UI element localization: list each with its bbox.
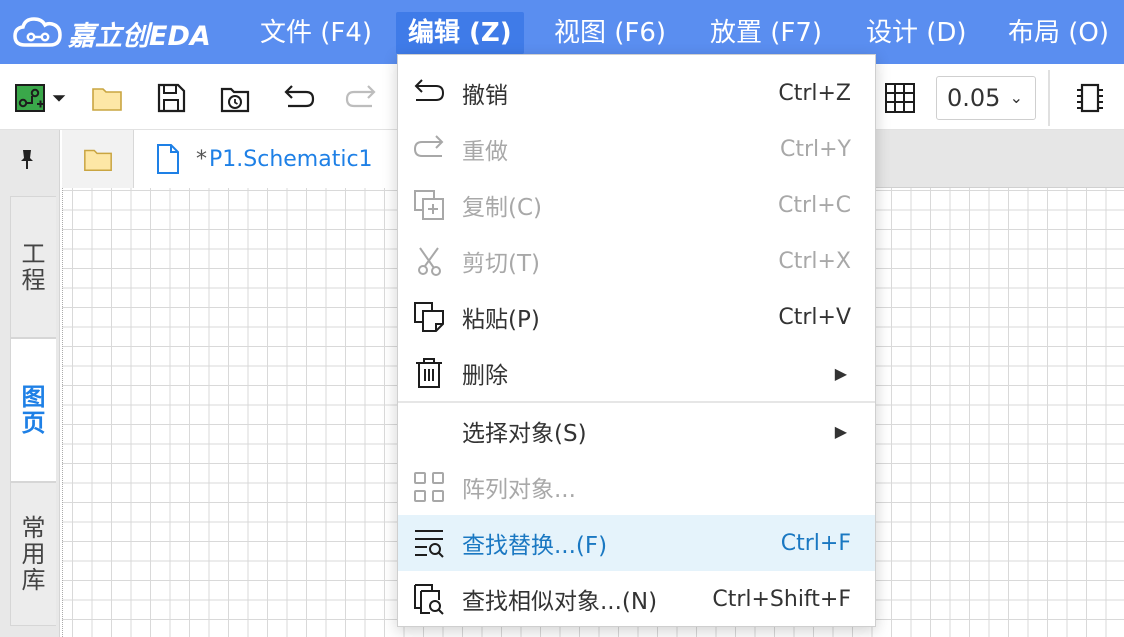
menu-item-undo[interactable]: 撤销 Ctrl+Z xyxy=(398,65,875,121)
scissors-icon xyxy=(412,244,446,278)
submenu-arrow-icon: ▶ xyxy=(834,363,847,383)
side-tab-common-library[interactable]: 常用库 xyxy=(10,482,56,626)
new-project-dropdown[interactable] xyxy=(46,80,72,116)
menu-item-select-objects[interactable]: 选择对象(S) ▶ xyxy=(398,403,875,459)
menu-item-shortcut: Ctrl+V xyxy=(778,304,851,330)
menu-item-shortcut: Ctrl+Z xyxy=(778,80,851,106)
open-folder-button[interactable] xyxy=(89,80,125,116)
menu-item-redo[interactable]: 重做 Ctrl+Y xyxy=(398,121,875,177)
menu-layout[interactable]: 布局 (O) xyxy=(1008,12,1109,54)
menu-file[interactable]: 文件 (F4) xyxy=(260,12,372,54)
menu-item-label: 查找替换...(F) xyxy=(462,533,608,559)
menu-item-shortcut: Ctrl+C xyxy=(778,192,851,218)
array-icon xyxy=(412,470,446,504)
cloud-logo-icon xyxy=(13,17,62,47)
folder-icon xyxy=(83,149,112,172)
chevron-down-icon: ⌄ xyxy=(1009,88,1023,107)
submenu-arrow-icon: ▶ xyxy=(834,421,847,441)
undo-icon xyxy=(284,85,315,108)
new-project-button[interactable] xyxy=(12,80,48,116)
find-similar-icon xyxy=(412,582,446,616)
menu-design[interactable]: 设计 (D) xyxy=(866,12,967,54)
side-tab-sheets[interactable]: 图页 xyxy=(10,338,56,482)
open-folder-icon xyxy=(92,88,122,111)
menu-item-paste[interactable]: 粘贴(P) Ctrl+V xyxy=(398,289,875,345)
menu-item-shortcut: Ctrl+Y xyxy=(779,136,851,162)
pin-icon[interactable] xyxy=(14,146,40,172)
find-replace-icon xyxy=(412,526,446,560)
menu-edit[interactable]: 编辑 (Z) xyxy=(396,12,524,54)
paste-icon xyxy=(412,300,446,334)
menu-item-label: 查找相似对象...(N) xyxy=(462,589,658,615)
component-icon xyxy=(1077,83,1103,113)
redo-icon xyxy=(345,85,376,108)
undo-icon xyxy=(412,76,446,110)
menu-item-copy[interactable]: 复制(C) Ctrl+C xyxy=(398,177,875,233)
menu-item-delete[interactable]: 删除 ▶ xyxy=(398,345,875,401)
unsaved-indicator: * xyxy=(196,146,207,172)
menu-item-shortcut: Ctrl+Shift+F xyxy=(712,586,851,612)
menu-item-label: 重做 xyxy=(462,139,508,165)
trash-icon xyxy=(412,356,446,390)
grid-icon xyxy=(885,83,915,113)
menu-item-cut[interactable]: 剪切(T) Ctrl+X xyxy=(398,233,875,289)
new-project-icon xyxy=(15,84,45,112)
menu-place[interactable]: 放置 (F7) xyxy=(710,12,822,54)
doc-tab-name: P1.Schematic1 xyxy=(209,146,373,172)
menu-item-label: 删除 xyxy=(462,363,508,389)
undo-button[interactable] xyxy=(281,80,317,116)
brand-logo[interactable]: 嘉立创EDA xyxy=(12,14,211,52)
toolbar-divider xyxy=(1048,70,1050,126)
document-icon xyxy=(157,144,179,174)
history-icon xyxy=(220,87,250,113)
menu-item-label: 剪切(T) xyxy=(462,251,540,277)
menu-item-label: 选择对象(S) xyxy=(462,421,587,447)
menu-item-shortcut: Ctrl+F xyxy=(780,530,851,556)
redo-icon xyxy=(412,132,446,166)
brand-name: 嘉立创EDA xyxy=(68,20,211,52)
redo-button[interactable] xyxy=(343,80,379,116)
side-tab-project-label: 工程 xyxy=(21,240,46,294)
left-panel: 工程 图页 常用库 xyxy=(0,130,60,637)
history-button[interactable] xyxy=(217,80,253,116)
side-tab-sheets-label: 图页 xyxy=(21,383,46,437)
component-button[interactable] xyxy=(1072,80,1108,116)
edit-menu-dropdown: 撤销 Ctrl+Z 重做 Ctrl+Y 复制(C) Ctrl+C 剪切(T) C… xyxy=(397,54,876,627)
menu-item-array-objects[interactable]: 阵列对象... xyxy=(398,459,875,515)
menu-item-find-replace[interactable]: 查找替换...(F) Ctrl+F xyxy=(398,515,875,571)
copy-icon xyxy=(412,188,446,222)
menu-item-label: 撤销 xyxy=(462,83,508,109)
grid-button[interactable] xyxy=(882,80,918,116)
tab-folder-button[interactable] xyxy=(62,130,134,188)
side-tab-project[interactable]: 工程 xyxy=(10,196,56,338)
menu-item-find-similar[interactable]: 查找相似对象...(N) Ctrl+Shift+F xyxy=(398,571,875,627)
menu-item-label: 阵列对象... xyxy=(462,477,576,503)
save-button[interactable] xyxy=(153,80,189,116)
menu-item-shortcut: Ctrl+X xyxy=(778,248,851,274)
menu-view[interactable]: 视图 (F6) xyxy=(554,12,666,54)
save-icon xyxy=(157,83,186,113)
menu-item-label: 复制(C) xyxy=(462,195,543,221)
chevron-down-icon xyxy=(52,95,66,102)
grid-size-select[interactable]: 0.05 ⌄ xyxy=(936,76,1036,120)
side-tab-common-library-label: 常用库 xyxy=(21,514,46,594)
grid-size-value: 0.05 xyxy=(947,84,1001,112)
menu-item-label: 粘贴(P) xyxy=(462,307,540,333)
